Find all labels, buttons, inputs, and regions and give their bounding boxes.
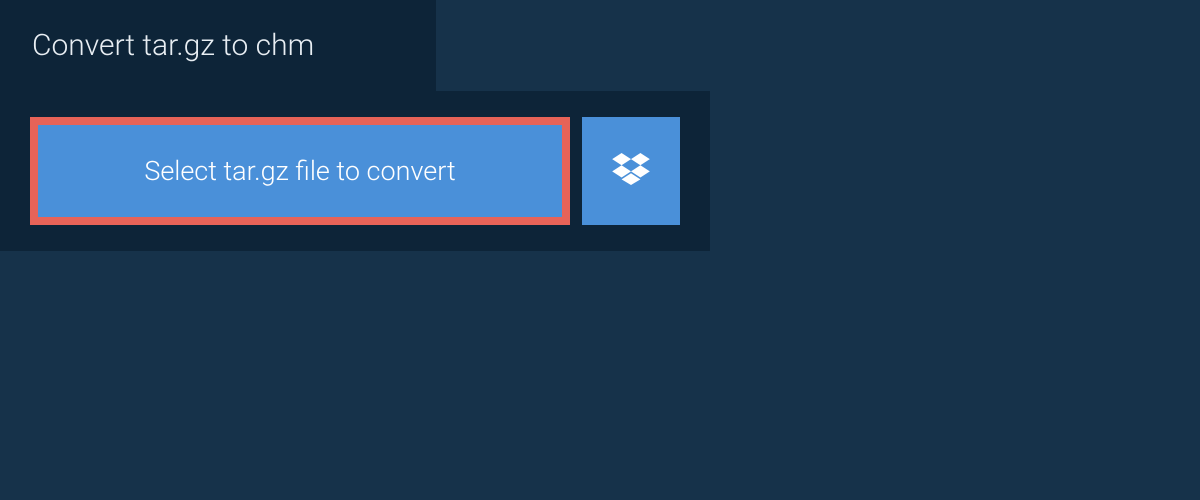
upload-panel: Select tar.gz file to convert: [0, 91, 710, 251]
page-title-tab: Convert tar.gz to chm: [0, 0, 436, 91]
select-file-label: Select tar.gz file to convert: [144, 155, 455, 187]
dropbox-icon: [612, 153, 650, 189]
select-file-button[interactable]: Select tar.gz file to convert: [38, 125, 562, 217]
select-file-highlight: Select tar.gz file to convert: [30, 117, 570, 225]
page-title: Convert tar.gz to chm: [32, 28, 314, 63]
dropbox-button[interactable]: [582, 117, 680, 225]
